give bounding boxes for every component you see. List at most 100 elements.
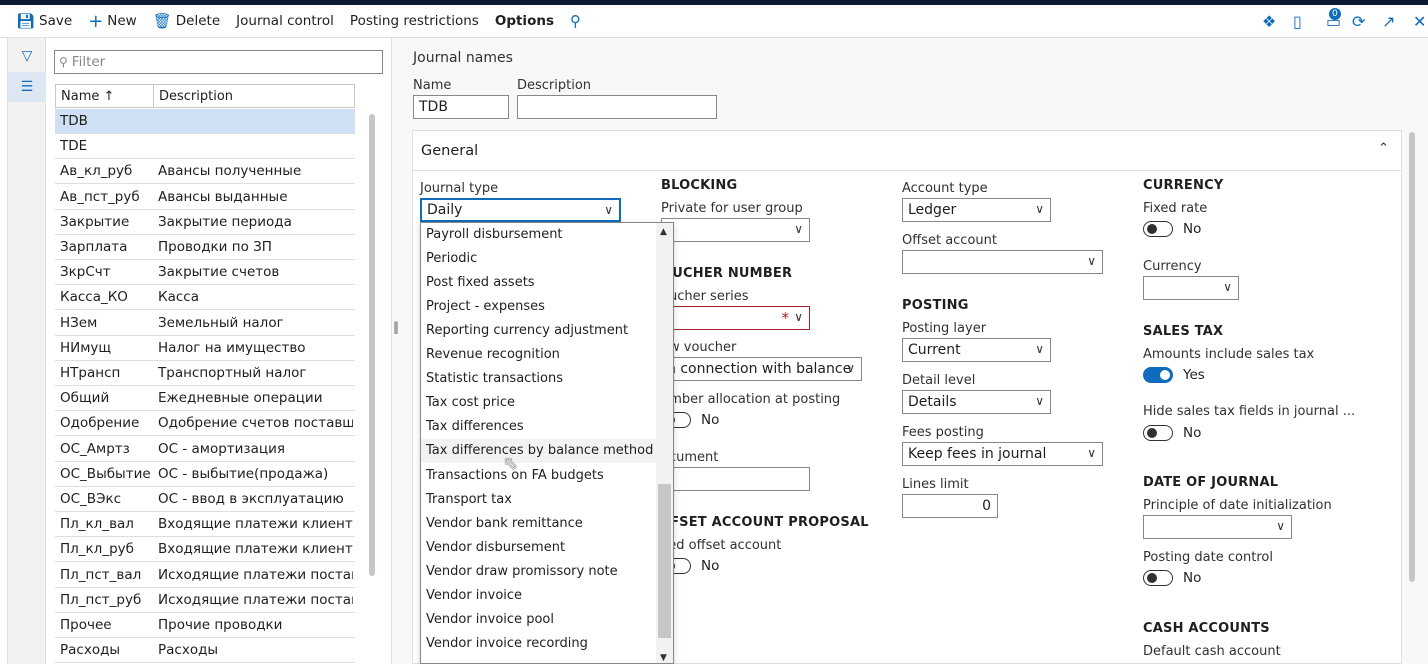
- list-view-icon[interactable]: ☰: [8, 72, 46, 102]
- table-row[interactable]: TDB: [55, 109, 355, 134]
- journal-type-select[interactable]: Daily ∨: [420, 198, 621, 222]
- fees-posting-select[interactable]: Keep fees in journal ∨: [902, 442, 1103, 466]
- currency-select[interactable]: ∨: [1143, 276, 1239, 300]
- table-row[interactable]: Пл_кл_руб Входящие платежи клиентов: [55, 537, 355, 563]
- open-new-window-icon[interactable]: ↗: [1382, 5, 1395, 38]
- fixed-rate-toggle[interactable]: No: [1143, 221, 1201, 237]
- table-row[interactable]: Пл_пст_вал Исходящие платежи постав...: [55, 563, 355, 588]
- table-row[interactable]: НИмущ Налог на имущество: [55, 336, 355, 361]
- table-row[interactable]: Расходы Расходы: [55, 638, 355, 664]
- table-row[interactable]: Ав_пст_руб Авансы выданные: [55, 185, 355, 210]
- table-row[interactable]: Закрытие Закрытие периода: [55, 210, 355, 235]
- dropdown-option[interactable]: Transactions on FA budgets: [421, 463, 657, 487]
- options-tab[interactable]: Options: [487, 5, 562, 38]
- table-row[interactable]: НЗем Земельный налог: [55, 311, 355, 336]
- amounts-include-toggle[interactable]: Yes: [1143, 367, 1205, 383]
- table-row[interactable]: ОС_Амртз ОС - амортизация: [55, 437, 355, 462]
- detail-scrollbar[interactable]: [1408, 130, 1416, 664]
- posting-date-control-toggle[interactable]: No: [1143, 570, 1201, 586]
- account-type-label: Account type: [902, 181, 988, 196]
- offset-account-select[interactable]: ∨: [902, 250, 1103, 274]
- filter-icon[interactable]: ▽: [8, 41, 46, 71]
- detail-level-select[interactable]: Details ∨: [902, 390, 1051, 414]
- dropdown-option[interactable]: Project - expenses: [421, 294, 657, 318]
- cell-name: Пл_пст_вал: [60, 566, 142, 583]
- dropdown-option[interactable]: Revenue recognition: [421, 343, 657, 367]
- save-button[interactable]: 💾︎ Save: [0, 5, 80, 38]
- cell-description: Авансы полученные: [158, 163, 302, 180]
- voucher-series-field[interactable]: * ∨: [661, 306, 810, 330]
- private-group-select[interactable]: ∨: [661, 218, 810, 242]
- posting-restrictions-button[interactable]: Posting restrictions: [342, 5, 487, 38]
- dropdown-option[interactable]: Transport tax: [421, 487, 657, 511]
- cell-name: TDE: [60, 138, 88, 155]
- name-label: Name: [413, 78, 452, 93]
- column-header-description[interactable]: Description: [154, 85, 233, 107]
- dropdown-option[interactable]: Vendor bank remittance: [421, 511, 657, 535]
- dropdown-option[interactable]: Periodic: [421, 246, 657, 270]
- chevron-down-icon: ∨: [1035, 202, 1044, 216]
- search-button[interactable]: ⚲: [562, 5, 593, 38]
- table-row[interactable]: Ав_кл_руб Авансы полученные: [55, 159, 355, 185]
- page-title: Journal names: [413, 50, 513, 66]
- description-field[interactable]: [517, 95, 717, 119]
- dropdown-option[interactable]: Post fixed assets: [421, 270, 657, 294]
- delete-button[interactable]: 🗑︎ Delete: [145, 5, 228, 38]
- journal-control-button[interactable]: Journal control: [228, 5, 342, 38]
- table-row[interactable]: ЗкрСчт Закрытие счетов: [55, 260, 355, 286]
- fixed-rate-label: Fixed rate: [1143, 201, 1208, 216]
- table-row[interactable]: TDE: [55, 134, 355, 160]
- table-row[interactable]: Зарплата Проводки по ЗП: [55, 235, 355, 260]
- table-row[interactable]: Пл_кл_вал Входящие платежи клиенто...: [55, 512, 355, 538]
- document-field[interactable]: [661, 467, 810, 491]
- table-row[interactable]: Общий Ежедневные операции: [55, 386, 355, 412]
- dropdown-option[interactable]: Reporting currency adjustment: [421, 318, 657, 342]
- posting-layer-select[interactable]: Current ∨: [902, 338, 1051, 362]
- dropdown-option[interactable]: Tax differences by balance method: [421, 438, 657, 463]
- table-row[interactable]: НТрансп Транспортный налог: [55, 361, 355, 386]
- cell-name: Одобрение: [60, 415, 140, 432]
- scroll-down-icon[interactable]: ▼: [660, 653, 667, 663]
- attachments-icon[interactable]: ▭ 0: [1326, 5, 1341, 38]
- office-icon[interactable]: ▯: [1293, 5, 1302, 38]
- dropdown-scrollbar[interactable]: ▲ ▼: [656, 223, 673, 663]
- detail-level-label: Detail level: [902, 373, 976, 388]
- pane-splitter[interactable]: ‖: [393, 320, 399, 334]
- close-icon[interactable]: ✕: [1413, 5, 1426, 38]
- dropdown-option[interactable]: Vendor invoice pool: [421, 608, 657, 632]
- dropdown-option[interactable]: Tax cost price: [421, 391, 657, 415]
- collapse-icon[interactable]: ⌃: [1378, 141, 1389, 156]
- table-row[interactable]: Одобрение Одобрение счетов поставщ...: [55, 411, 355, 437]
- scroll-up-icon[interactable]: ▲: [660, 227, 667, 237]
- refresh-icon[interactable]: ⟳: [1352, 5, 1365, 38]
- general-header[interactable]: General ⌃: [413, 131, 1401, 171]
- dropdown-option[interactable]: Tax differences: [421, 415, 657, 439]
- journal-type-dropdown: Payroll disbursement Periodic Post fixed a…: [420, 222, 674, 664]
- table-row[interactable]: ОС_Выбытие ОС - выбытие(продажа): [55, 462, 355, 487]
- chevron-down-icon: ∨: [1276, 519, 1285, 533]
- table-row[interactable]: ОС_ВЭкс ОС - ввод в эксплуатацию: [55, 487, 355, 512]
- diamond-icon[interactable]: ❖: [1262, 5, 1276, 38]
- table-row[interactable]: Прочее Прочие проводки: [55, 613, 355, 638]
- table-row[interactable]: Пл_пст_руб Исходящие платежи постав...: [55, 588, 355, 613]
- filter-input[interactable]: ⚲ Filter: [54, 50, 383, 74]
- column-header-name[interactable]: Name ↑: [56, 85, 154, 107]
- required-icon: *: [781, 309, 790, 327]
- table-row[interactable]: Касса_КО Касса: [55, 285, 355, 311]
- new-button[interactable]: + New: [80, 5, 145, 38]
- dropdown-option[interactable]: Vendor invoice: [421, 584, 657, 608]
- account-type-select[interactable]: Ledger ∨: [902, 198, 1051, 222]
- name-field[interactable]: TDB: [413, 95, 509, 119]
- chevron-down-icon: ∨: [794, 310, 803, 324]
- dropdown-option[interactable]: Vendor disbursement: [421, 535, 657, 559]
- dropdown-option[interactable]: Vendor invoice recording: [421, 632, 657, 656]
- new-voucher-select[interactable]: n connection with balance ∨: [661, 357, 862, 381]
- dropdown-option[interactable]: Statistic transactions: [421, 367, 657, 391]
- hide-fields-toggle[interactable]: No: [1143, 425, 1201, 441]
- dropdown-option[interactable]: Payroll disbursement: [421, 223, 657, 246]
- lines-limit-field[interactable]: 0: [902, 494, 998, 518]
- dropdown-option[interactable]: Vendor draw promissory note: [421, 559, 657, 583]
- principle-date-select[interactable]: ∨: [1143, 515, 1292, 539]
- grid-scrollbar[interactable]: [368, 110, 376, 664]
- chevron-down-icon: ∨: [1087, 446, 1096, 460]
